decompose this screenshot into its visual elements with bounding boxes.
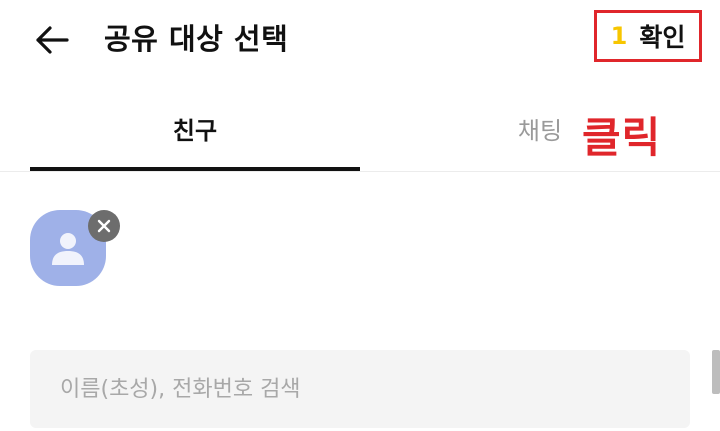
tab-chat-label: 채팅 (517, 116, 563, 145)
search-box (30, 350, 690, 428)
scrollbar-thumb[interactable] (712, 350, 720, 394)
tab-friends-label: 친구 (172, 116, 218, 145)
page-title: 공유 대상 선택 (104, 22, 289, 56)
tab-friends[interactable]: 친구 (30, 84, 360, 172)
search-input[interactable] (60, 350, 670, 428)
click-annotation: 클릭 (582, 113, 662, 162)
selected-count-badge: 1 (610, 22, 628, 50)
header: 공유 대상 선택 1 확인 (0, 0, 720, 80)
tab-chat[interactable]: 채팅 (360, 84, 720, 172)
selected-friend-chip (30, 210, 120, 290)
confirm-label: 확인 (639, 23, 686, 52)
person-icon (52, 233, 84, 265)
close-icon (97, 219, 111, 233)
back-button[interactable] (30, 18, 74, 62)
remove-selected-button[interactable] (88, 210, 120, 242)
arrow-left-icon (36, 26, 69, 54)
confirm-button[interactable]: 1 확인 (594, 10, 702, 62)
tab-divider (0, 171, 720, 172)
